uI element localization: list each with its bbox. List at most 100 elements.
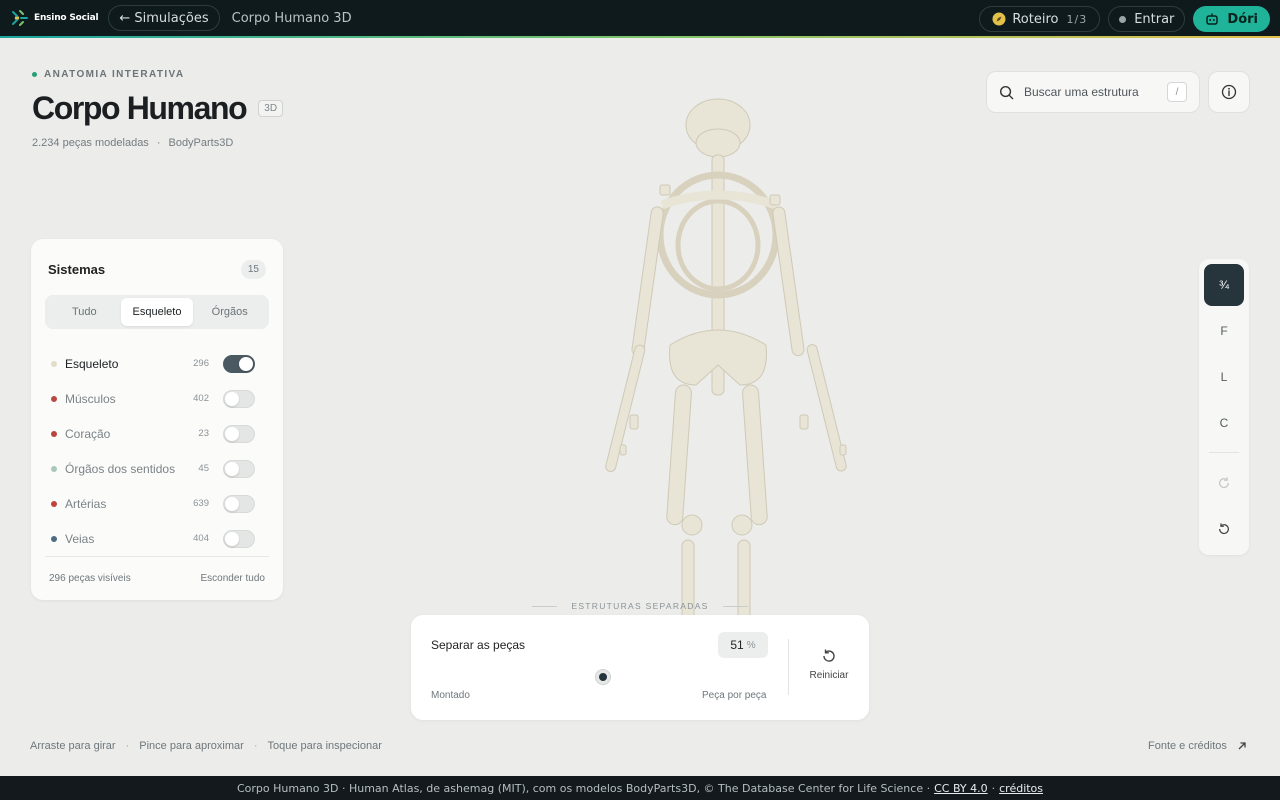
system-label: Veias [65, 531, 95, 546]
3d-tag: 3D [258, 100, 284, 117]
reset-view-button[interactable] [1204, 508, 1244, 550]
systems-count-badge: 15 [240, 260, 266, 279]
system-row-esqueleto[interactable]: Esqueleto 296 [51, 346, 261, 381]
slider-min-label: Montado [431, 690, 470, 701]
section-eyebrow: ANATOMIA INTERATIVA [32, 69, 184, 80]
back-label: ← Simulações [119, 10, 209, 26]
separation-card: Separar as peças 51 % Montado Peça por p… [411, 615, 869, 720]
robot-icon [1206, 13, 1219, 25]
system-toggle[interactable] [223, 494, 255, 513]
credits-link[interactable]: créditos [999, 782, 1043, 795]
system-label: Músculos [65, 391, 116, 406]
separation-value: 51 % [718, 632, 768, 658]
search-input[interactable] [1024, 85, 1154, 99]
separation-label: Separar as peças [431, 638, 526, 652]
system-row-musculos[interactable]: Músculos 402 [51, 381, 261, 416]
separation-caption: ESTRUTURAS SEPARADAS [532, 601, 748, 611]
systems-panel: Sistemas 15 Tudo Esqueleto Órgãos Esquel… [31, 239, 283, 600]
systems-list: Esqueleto 296 Músculos 402 Coração 23 Ór… [51, 346, 261, 556]
pieces-count: 2.234 peças modeladas [32, 137, 149, 149]
system-color-dot [51, 360, 57, 367]
separation-caption-text: ESTRUTURAS SEPARADAS [571, 601, 709, 611]
compass-icon [992, 12, 1006, 26]
system-toggle[interactable] [223, 354, 255, 373]
separation-value-number: 51 [730, 638, 744, 652]
system-label: Esqueleto [65, 356, 119, 371]
rail-divider [1209, 452, 1239, 453]
systems-header: Sistemas 15 [48, 260, 266, 279]
eyebrow-label: ANATOMIA INTERATIVA [44, 69, 185, 80]
hint-inspect: Toque para inspecionar [267, 740, 382, 752]
tab-esqueleto[interactable]: Esqueleto [120, 298, 194, 326]
system-row-orgaos-sentidos[interactable]: Órgãos dos sentidos 45 [51, 451, 261, 486]
breadcrumb-current: Corpo Humano 3D [231, 10, 352, 26]
roteiro-count: 1/3 [1066, 12, 1088, 26]
model-source: BodyParts3D [168, 137, 234, 149]
tab-orgaos[interactable]: Órgãos [193, 298, 266, 326]
separation-divider [788, 639, 789, 695]
system-label: Artérias [65, 496, 107, 511]
systems-title: Sistemas [48, 262, 106, 277]
eyebrow-dot-icon [32, 72, 37, 77]
login-label: Entrar [1134, 11, 1175, 27]
system-color-dot [51, 535, 57, 542]
reset-separation-button[interactable]: Reiniciar [803, 648, 855, 681]
slider-max-label: Peça por peça [702, 690, 767, 701]
system-label: Órgãos dos sentidos [65, 461, 176, 476]
roteiro-label: Roteiro [1012, 11, 1059, 27]
jaw-shape [695, 128, 741, 158]
interaction-hints: Arraste para girar · Pince para aproxima… [30, 740, 382, 752]
title-row: Corpo Humano 3D [32, 90, 284, 127]
hint-separator: · [125, 740, 130, 752]
view-lateral-button[interactable]: L [1204, 356, 1244, 398]
separation-slider-handle[interactable] [595, 670, 610, 684]
status-dot-icon [1119, 15, 1127, 23]
left-knee-shape [681, 514, 703, 536]
system-label: Coração [65, 426, 111, 441]
systems-filter-tabs: Tudo Esqueleto Órgãos [45, 295, 269, 329]
system-row-veias[interactable]: Veias 404 [51, 521, 261, 556]
hide-all-button[interactable]: Esconder tudo [201, 573, 266, 584]
login-button[interactable]: Entrar [1108, 6, 1186, 32]
info-button[interactable] [1208, 71, 1250, 113]
system-row-coracao[interactable]: Coração 23 [51, 416, 261, 451]
left-femur-shape [666, 384, 692, 526]
hint-separator: · [253, 740, 258, 752]
search-shortcut-key: / [1167, 82, 1187, 102]
system-count: 639 [193, 498, 209, 509]
license-link[interactable]: CC BY 4.0 [934, 782, 988, 795]
view-three-quarter-button[interactable]: ¾ [1204, 264, 1244, 306]
reset-label: Reiniciar [809, 670, 849, 681]
system-toggle[interactable] [223, 389, 255, 408]
system-toggle[interactable] [223, 529, 255, 548]
dori-assistant-button[interactable]: Dóri [1193, 6, 1270, 32]
system-color-dot [51, 395, 57, 402]
brand-logo-icon [12, 10, 28, 26]
caption-line-right [722, 605, 748, 607]
hint-zoom: Pince para aproximar [139, 740, 244, 752]
view-front-button[interactable]: F [1204, 310, 1244, 352]
view-top-button[interactable]: C [1204, 402, 1244, 444]
hint-rotate: Arraste para girar [30, 740, 116, 752]
systems-footer: 296 peças visíveis Esconder tudo [45, 556, 269, 584]
attribution-text: Corpo Humano 3D · Human Atlas, de ashema… [236, 781, 931, 795]
back-to-simulations-button[interactable]: ← Simulações [108, 5, 220, 31]
system-row-arterias[interactable]: Artérias 639 [51, 486, 261, 521]
rotate-icon [1219, 477, 1229, 489]
source-credits-link[interactable]: Fonte e créditos [1148, 740, 1247, 752]
page-meta: 2.234 peças modeladas · BodyParts3D [32, 137, 233, 149]
system-count: 23 [198, 428, 209, 439]
external-arrow-icon [1238, 742, 1246, 750]
system-count: 296 [193, 358, 209, 369]
brand[interactable]: Ensino Social [10, 8, 99, 28]
brand-name: Ensino Social [34, 13, 99, 23]
right-knee-shape [731, 514, 753, 536]
right-humerus-shape [772, 206, 805, 357]
search-box[interactable]: / [986, 71, 1200, 113]
auto-rotate-button[interactable] [1204, 462, 1244, 504]
system-toggle[interactable] [223, 424, 255, 443]
roteiro-button[interactable]: Roteiro 1/3 [979, 6, 1101, 32]
tab-tudo[interactable]: Tudo [48, 298, 121, 326]
left-humerus-shape [631, 206, 664, 357]
system-toggle[interactable] [223, 459, 255, 478]
